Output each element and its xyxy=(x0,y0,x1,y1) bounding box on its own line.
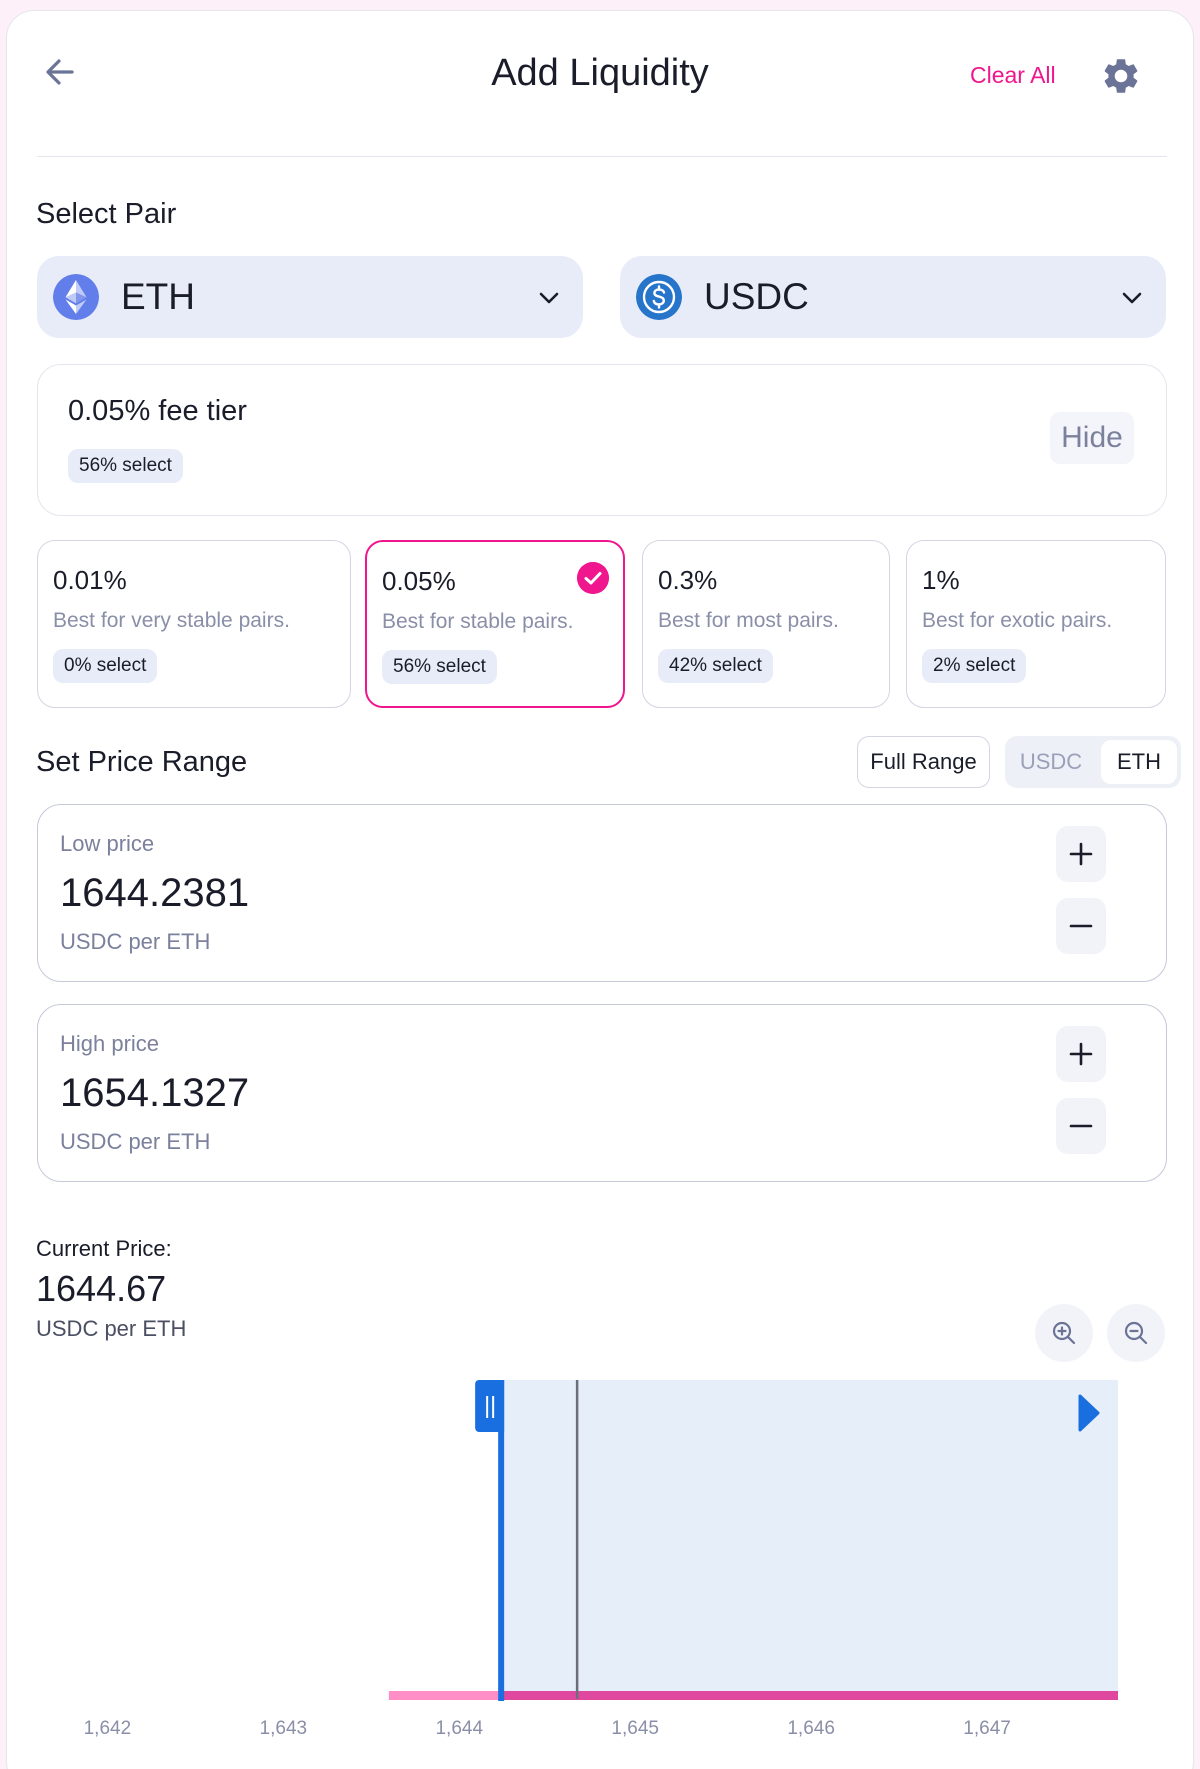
fee-tier-option-0-05[interactable]: 0.05% Best for stable pairs. 56% select xyxy=(365,540,625,708)
low-price-brush-handle[interactable] xyxy=(475,1380,505,1432)
minus-icon xyxy=(1069,1124,1093,1128)
set-price-range-title: Set Price Range xyxy=(36,746,248,778)
toggle-usdc[interactable]: USDC xyxy=(1009,740,1093,784)
fee-tier-description: Best for stable pairs. xyxy=(382,610,574,633)
zoom-out-icon xyxy=(1124,1321,1148,1345)
fee-tier-option-0-3[interactable]: 0.3% Best for most pairs. 42% select xyxy=(642,540,890,708)
minus-icon xyxy=(1069,924,1093,928)
low-price-unit: USDC per ETH xyxy=(60,929,211,954)
fee-tier-select-badge: 2% select xyxy=(922,649,1027,683)
chevron-down-icon xyxy=(1122,292,1142,304)
liquidity-range-chart xyxy=(388,1380,1118,1701)
gear-icon[interactable] xyxy=(1100,55,1142,97)
header-divider xyxy=(37,156,1167,157)
plus-icon xyxy=(1069,842,1093,866)
high-price-decrement-button[interactable] xyxy=(1056,1098,1106,1154)
fee-tier-label: 0.05% fee tier xyxy=(68,395,247,427)
liquidity-bar-outside-range xyxy=(388,1691,502,1700)
high-price-increment-button[interactable] xyxy=(1056,1026,1106,1082)
ethereum-icon xyxy=(53,274,99,320)
fee-tier-option-0-01[interactable]: 0.01% Best for very stable pairs. 0% sel… xyxy=(37,540,351,708)
clear-all-button[interactable]: Clear All xyxy=(970,62,1056,89)
high-price-label: High price xyxy=(60,1031,160,1056)
current-price-label: Current Price: xyxy=(36,1236,172,1261)
zoom-in-button[interactable] xyxy=(1035,1304,1093,1362)
select-pair-title: Select Pair xyxy=(36,198,177,230)
x-axis-tick-label: 1,647 xyxy=(963,1718,1011,1739)
fee-tier-select-badge: 42% select xyxy=(658,649,773,683)
price-unit-toggle: USDC ETH xyxy=(1005,736,1181,788)
zoom-out-button[interactable] xyxy=(1107,1304,1165,1362)
x-axis-tick-label: 1,646 xyxy=(787,1718,835,1739)
low-price-input-box[interactable]: Low price 1644.2381 USDC per ETH xyxy=(37,804,1167,982)
low-price-value[interactable]: 1644.2381 xyxy=(60,871,249,916)
fee-tier-description: Best for exotic pairs. xyxy=(922,609,1113,632)
token-b-name: USDC xyxy=(704,276,809,317)
liquidity-bar-in-range xyxy=(501,1691,1118,1700)
token-a-name: ETH xyxy=(121,276,195,317)
high-price-unit: USDC per ETH xyxy=(60,1129,211,1154)
fee-tier-summary: 0.05% fee tier 56% select xyxy=(37,364,1167,516)
selected-range-area xyxy=(501,1380,1118,1695)
fee-tier-select-badge: 56% select xyxy=(382,650,497,684)
toggle-eth[interactable]: ETH xyxy=(1101,740,1177,784)
fee-tier-option-1[interactable]: 1% Best for exotic pairs. 2% select xyxy=(906,540,1166,708)
plus-icon xyxy=(1069,1042,1093,1066)
x-axis-tick-label: 1,642 xyxy=(83,1718,132,1739)
high-price-value[interactable]: 1654.1327 xyxy=(60,1071,249,1116)
current-price-value: 1644.67 xyxy=(36,1268,167,1309)
chevron-down-icon xyxy=(539,292,559,304)
high-price-input-box[interactable]: High price 1654.1327 USDC per ETH xyxy=(37,1004,1167,1182)
hide-fee-tiers-button[interactable]: Hide xyxy=(1050,412,1134,464)
token-a-select[interactable]: ETH xyxy=(37,256,583,338)
low-price-label: Low price xyxy=(60,831,155,856)
fee-tier-description: Best for very stable pairs. xyxy=(53,609,290,632)
fee-tier-description: Best for most pairs. xyxy=(658,609,839,632)
usdc-icon xyxy=(636,274,682,320)
fee-tier-select-badge: 56% select xyxy=(68,449,183,483)
fee-tier-select-badge: 0% select xyxy=(53,649,158,683)
fee-tier-percent: 0.01% xyxy=(53,565,127,595)
fee-tier-percent: 1% xyxy=(922,565,960,595)
fee-tier-percent: 0.05% xyxy=(382,566,456,596)
low-price-increment-button[interactable] xyxy=(1056,826,1106,882)
current-price-unit: USDC per ETH xyxy=(36,1316,187,1341)
x-axis-tick-label: 1,644 xyxy=(435,1718,484,1739)
checkmark-icon xyxy=(577,562,609,594)
x-axis-tick-label: 1,643 xyxy=(259,1718,308,1739)
zoom-in-icon xyxy=(1052,1321,1076,1345)
x-axis-tick-label: 1,645 xyxy=(611,1718,659,1739)
full-range-button[interactable]: Full Range xyxy=(857,736,990,788)
low-price-decrement-button[interactable] xyxy=(1056,898,1106,954)
token-b-select[interactable]: USDC xyxy=(620,256,1166,338)
fee-tier-percent: 0.3% xyxy=(658,565,718,595)
